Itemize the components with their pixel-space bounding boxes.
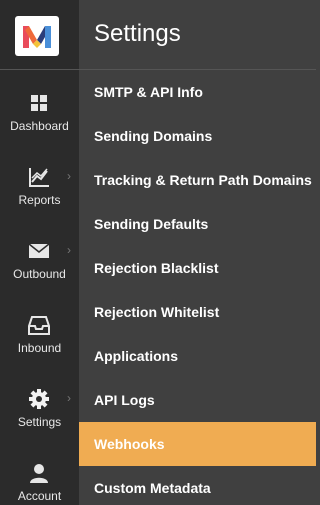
rail-item-inbound[interactable]: Inbound xyxy=(0,292,79,366)
rail-label: Dashboard xyxy=(10,119,69,133)
menu-item-label: API Logs xyxy=(94,392,155,408)
menu-item-label: Custom Metadata xyxy=(94,480,211,496)
panel-header: Settings xyxy=(79,0,316,70)
chart-icon xyxy=(29,168,49,187)
menu-item-label: Sending Domains xyxy=(94,128,213,144)
menu-item-api-logs[interactable]: API Logs xyxy=(79,378,316,422)
menu-item-rejection-blacklist[interactable]: Rejection Blacklist xyxy=(79,246,316,290)
menu-item-label: Webhooks xyxy=(94,436,165,452)
gear-icon xyxy=(29,389,49,409)
page-title: Settings xyxy=(94,20,181,47)
envelope-icon xyxy=(28,243,50,258)
menu-item-label: Sending Defaults xyxy=(94,216,209,232)
menu-item-webhooks[interactable]: Webhooks xyxy=(79,422,316,466)
rail-label: Outbound xyxy=(13,267,66,281)
chevron-right-icon: › xyxy=(67,391,71,405)
menu-item-label: SMTP & API Info xyxy=(94,84,203,100)
menu-item-applications[interactable]: Applications xyxy=(79,334,316,378)
rail-item-outbound[interactable]: › Outbound xyxy=(0,218,79,292)
menu-item-sending-domains[interactable]: Sending Domains xyxy=(79,114,316,158)
rail-item-settings[interactable]: › Settings xyxy=(0,366,79,440)
menu-item-rejection-whitelist[interactable]: Rejection Whitelist xyxy=(79,290,316,334)
chevron-right-icon: › xyxy=(67,243,71,257)
inbox-icon xyxy=(28,316,50,335)
rail-item-dashboard[interactable]: Dashboard xyxy=(0,70,79,144)
icon-rail: Dashboard › Reports › Outbound Inbound ›… xyxy=(0,0,79,505)
menu-item-sending-defaults[interactable]: Sending Defaults xyxy=(79,202,316,246)
user-icon xyxy=(30,464,48,483)
rail-label: Settings xyxy=(17,415,62,429)
chevron-right-icon: › xyxy=(67,169,71,183)
rail-label: Inbound xyxy=(17,341,62,355)
menu-item-smtp-api-info[interactable]: SMTP & API Info xyxy=(79,70,316,114)
rail-item-reports[interactable]: › Reports xyxy=(0,144,79,218)
menu-item-label: Tracking & Return Path Domains xyxy=(94,172,312,188)
menu-item-label: Applications xyxy=(94,348,179,364)
settings-navigation: Dashboard › Reports › Outbound Inbound ›… xyxy=(0,0,316,505)
menu-item-custom-metadata[interactable]: Custom Metadata xyxy=(79,466,316,505)
menu-item-label: Rejection Blacklist xyxy=(94,260,219,276)
settings-submenu: Settings SMTP & API Info Sending Domains… xyxy=(79,0,316,505)
rail-label: Reports xyxy=(18,193,61,207)
logo-area xyxy=(0,0,79,70)
menu-item-tracking-return-path-domains[interactable]: Tracking & Return Path Domains xyxy=(79,158,316,202)
mandrill-logo[interactable] xyxy=(15,16,59,56)
rail-item-account[interactable]: Account xyxy=(0,440,79,505)
menu-item-label: Rejection Whitelist xyxy=(94,304,220,320)
grid-icon xyxy=(31,95,47,111)
rail-label: Account xyxy=(17,489,62,503)
